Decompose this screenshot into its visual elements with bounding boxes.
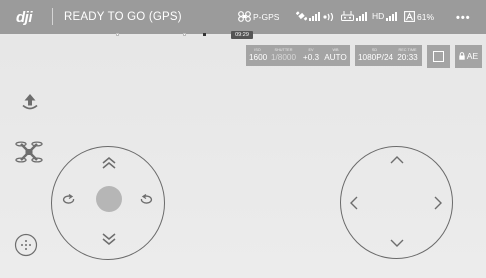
- frame-icon: [433, 51, 444, 62]
- right-virtual-joystick[interactable]: [340, 146, 453, 259]
- record-time-setting: REC TIME 20:33: [395, 47, 420, 63]
- ev-setting: EV +0.3: [302, 47, 320, 63]
- wb-value: AUTO: [324, 53, 347, 62]
- ascend-icon: [102, 157, 116, 169]
- battery-indicator[interactable]: 61%: [404, 11, 434, 22]
- shutter-setting: SHUTTER 1/8000: [270, 47, 297, 63]
- dji-logo[interactable]: dji: [16, 9, 33, 26]
- aircraft-status[interactable]: READY TO GO (GPS): [64, 11, 182, 23]
- iso-setting: ISO 1600: [249, 47, 268, 63]
- takeoff-button[interactable]: [19, 91, 41, 113]
- video-signal-bars: [386, 11, 398, 21]
- ev-value: +0.3: [302, 53, 320, 62]
- intelligent-flight-mode-button[interactable]: [14, 138, 44, 166]
- ae-lock-button[interactable]: AE: [455, 45, 482, 68]
- chevron-left-icon: [350, 196, 358, 210]
- video-format-setting: SD 1080P/24: [358, 47, 394, 63]
- gps-mode-label: P-GPS: [253, 11, 280, 22]
- joystick-knob[interactable]: [96, 186, 122, 212]
- remote-controller-icon: [341, 11, 354, 21]
- descend-icon: [102, 233, 116, 245]
- chevron-right-icon: [434, 196, 442, 210]
- satellite-signal-bars: [309, 11, 320, 21]
- aircraft-icon: [238, 11, 251, 22]
- shutter-value: 1/8000: [270, 53, 297, 62]
- ae-label: AE: [466, 51, 479, 61]
- wb-setting: WB AUTO: [324, 47, 347, 63]
- battery-icon: [404, 11, 415, 22]
- progress-marker: [183, 33, 186, 36]
- progress-marker: [116, 33, 119, 36]
- rotate-right-icon: [140, 193, 153, 204]
- record-time-value: 20:33: [397, 53, 418, 62]
- camera-parameters-panel[interactable]: ISO 1600 SHUTTER 1/8000 EV +0.3 WB AUTO: [246, 45, 350, 66]
- left-virtual-joystick[interactable]: [51, 146, 165, 260]
- lock-icon: [459, 52, 465, 60]
- satellite-signal[interactable]: [296, 11, 320, 21]
- recording-info-panel[interactable]: SD 1080P/24 REC TIME 20:33: [355, 45, 422, 66]
- divider: [52, 8, 53, 25]
- iso-value: 1600: [249, 53, 268, 62]
- vision-signal-icon: [323, 13, 334, 21]
- battery-percent: 61%: [417, 11, 435, 22]
- vision-system-indicator[interactable]: [322, 13, 336, 21]
- drone-mode-icon: [15, 141, 43, 163]
- remote-controller-signal[interactable]: [341, 11, 367, 21]
- dji-go-flight-view: dji READY TO GO (GPS) P-GPS HD 61% ••• 0…: [0, 0, 486, 278]
- hd-label: HD: [372, 11, 385, 21]
- flight-mode-indicator[interactable]: P-GPS: [238, 11, 279, 22]
- video-link-signal[interactable]: HD: [372, 11, 398, 21]
- chevron-up-icon: [390, 156, 404, 164]
- takeoff-icon: [22, 94, 38, 110]
- top-status-bar: dji READY TO GO (GPS) P-GPS HD 61% •••: [0, 0, 486, 34]
- more-button[interactable]: •••: [456, 12, 471, 24]
- focus-frame-button[interactable]: [427, 45, 450, 68]
- gimbal-reset-button[interactable]: [14, 233, 38, 257]
- progress-marker-current: [203, 33, 206, 36]
- satellite-icon: [296, 11, 307, 21]
- flight-time-badge: 09:29: [231, 31, 253, 39]
- rc-signal-bars: [356, 11, 367, 21]
- rotate-left-icon: [62, 193, 75, 204]
- chevron-down-icon: [390, 239, 404, 247]
- video-format-value: 1080P/24: [358, 53, 394, 62]
- camera-icon: [14, 233, 38, 257]
